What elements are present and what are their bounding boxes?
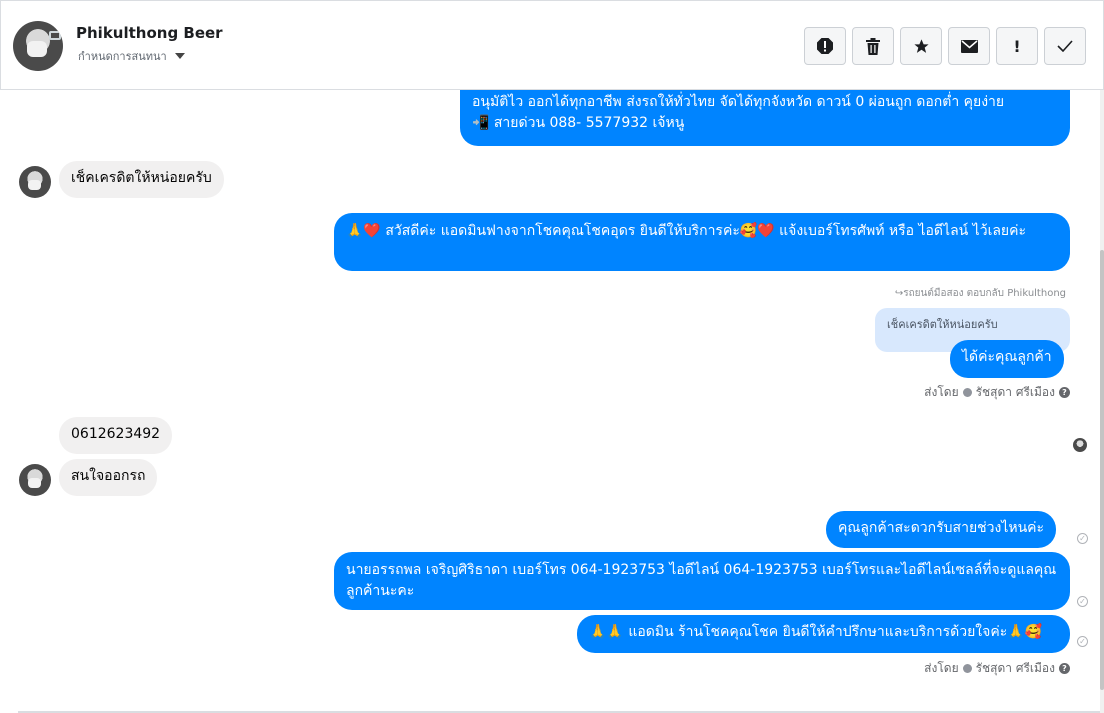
incoming-message[interactable]: สนใจออกรถ <box>59 459 158 496</box>
checkmark-icon <box>1057 40 1073 52</box>
agent-avatar-icon <box>962 664 972 673</box>
caret-down-icon <box>174 53 185 59</box>
outgoing-message[interactable]: ได้ค่ะคุณลูกค้า <box>950 340 1064 378</box>
star-icon <box>913 38 929 53</box>
contact-avatar <box>19 166 51 198</box>
mark-unread-button[interactable] <box>948 27 990 65</box>
agent-avatar-icon <box>962 388 972 397</box>
outgoing-message[interactable]: คุณลูกค้าสะดวกรับสายช่วงไหนค่ะ <box>826 511 1057 548</box>
spam-button[interactable] <box>804 27 846 65</box>
exclamation-icon: ! <box>1013 36 1021 56</box>
conversation-toolbar: ! <box>804 27 1086 65</box>
follow-up-button[interactable]: ! <box>996 27 1038 65</box>
incoming-message[interactable]: เช็คเครดิตให้หน่อยครับ <box>59 161 224 198</box>
help-icon[interactable]: ? <box>1059 663 1070 674</box>
reply-note: ↪รถยนต์มือสอง ตอบกลับ Phikulthong <box>894 288 1066 299</box>
star-button[interactable] <box>900 27 942 65</box>
help-icon[interactable]: ? <box>1059 387 1070 398</box>
outgoing-message[interactable]: 🙏❤️ สวัสดีค่ะ แอดมินฟางจากโชคคุณโชคอุดร … <box>334 213 1070 271</box>
sent-by-info: ส่งโดย รัชสุดา ศรีเมือง ? <box>924 659 1070 678</box>
agent-name[interactable]: รัชสุดา ศรีเมือง <box>976 659 1055 678</box>
mark-done-button[interactable] <box>1044 27 1086 65</box>
delivered-check-icon: ✓ <box>1077 636 1088 647</box>
message-text: อนุมัติไว ออกได้ทุกอาชีพ ส่งรถให้ทั่วไทย… <box>472 94 1005 110</box>
outgoing-message[interactable]: นายอรรถพล เจริญศิริธาดา เบอร์โทร 064-192… <box>334 552 1070 610</box>
contact-avatar <box>19 464 51 496</box>
outgoing-message[interactable]: อนุมัติไว ออกได้ทุกอาชีพ ส่งรถให้ทั่วไทย… <box>460 90 1070 146</box>
delivered-check-icon: ✓ <box>1077 596 1088 607</box>
delete-button[interactable] <box>852 27 894 65</box>
reply-arrow-icon: ↪ <box>894 288 904 299</box>
conversation-header: Phikulthong Beer กำหนดการสนทนา ! <box>0 0 1104 90</box>
spam-icon <box>817 38 833 54</box>
contact-name[interactable]: Phikulthong Beer <box>76 24 223 42</box>
incoming-message[interactable]: 0612623492 <box>59 417 173 454</box>
seen-avatar-icon <box>1073 438 1087 452</box>
contact-avatar[interactable] <box>13 21 63 71</box>
scrollbar-thumb[interactable] <box>1100 250 1104 690</box>
envelope-icon <box>960 39 978 53</box>
trash-icon <box>866 37 880 55</box>
message-thread[interactable]: อนุมัติไว ออกได้ทุกอาชีพ ส่งรถให้ทั่วไทย… <box>0 90 1100 713</box>
sent-by-info: ส่งโดย รัชสุดา ศรีเมือง ? <box>924 383 1070 402</box>
conversation-assign-dropdown[interactable]: กำหนดการสนทนา <box>78 47 185 65</box>
delivered-check-icon: ✓ <box>1077 533 1088 544</box>
assign-label: กำหนดการสนทนา <box>78 50 167 63</box>
message-text: 📲 สายด่วน 088- 5577932 เจ้หนู <box>472 115 685 131</box>
thread-scrollbar[interactable] <box>1100 90 1104 713</box>
agent-name[interactable]: รัชสุดา ศรีเมือง <box>976 383 1055 402</box>
outgoing-message[interactable]: 🙏🙏 แอดมิน ร้านโชคคุณโชค ยินดีให้คำปรึกษา… <box>577 615 1070 653</box>
